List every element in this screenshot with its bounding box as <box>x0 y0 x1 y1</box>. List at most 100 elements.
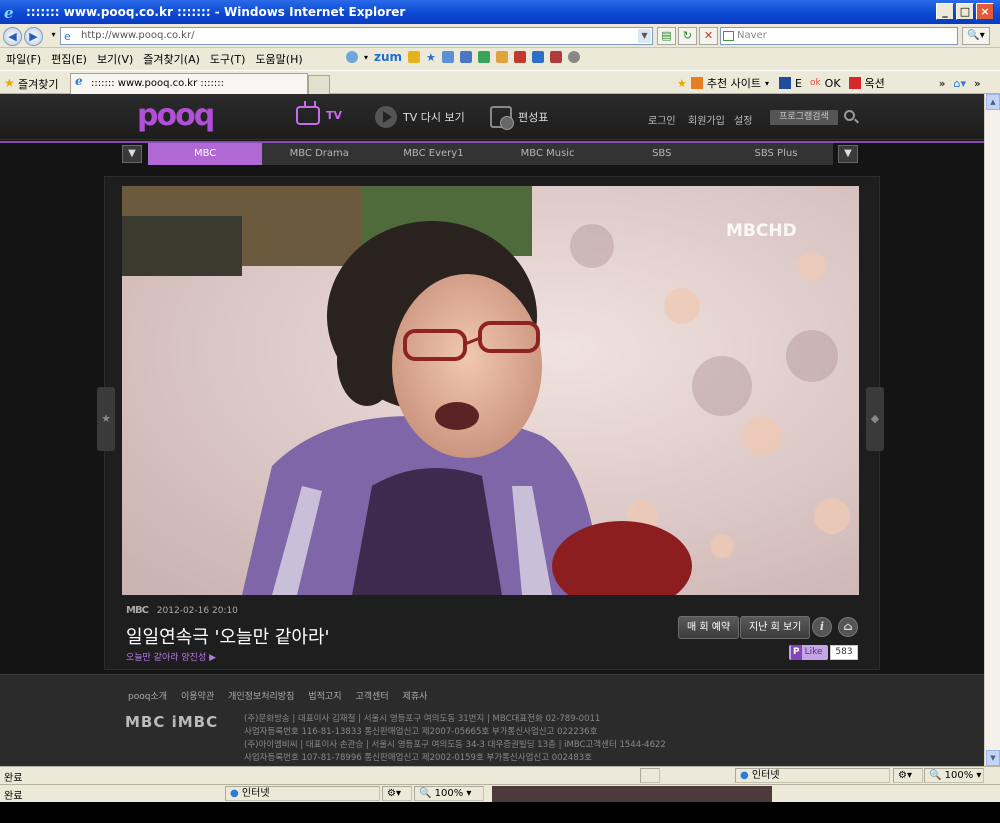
taskbar-preview <box>492 786 772 802</box>
channel-prev-button[interactable]: ▼ <box>122 145 142 163</box>
join-link[interactable]: 회원가입 <box>688 112 725 127</box>
address-dropdown-icon[interactable]: ▼ <box>638 29 651 43</box>
dropdown-icon[interactable]: ▾ <box>765 79 769 88</box>
program-title: 일일연속극 '오늘만 같아라' <box>126 627 330 648</box>
stop-icon[interactable]: ✕ <box>699 27 718 45</box>
fav-ok-icon: ok <box>809 78 821 88</box>
fav-link-suggested[interactable]: 추천 사이트 <box>707 75 761 91</box>
footer-link-legal[interactable]: 법적고지 <box>308 689 341 702</box>
note-icon[interactable] <box>495 51 508 63</box>
menu-view[interactable]: 보기(V) <box>97 51 133 67</box>
fav-link-ok[interactable]: OK <box>825 77 841 90</box>
addon-icon[interactable] <box>346 51 358 63</box>
back-button[interactable]: ◀ <box>3 27 22 46</box>
protected-mode-icon[interactable]: ⚙▾ <box>893 768 923 783</box>
episode-link[interactable]: 오늘만 같아라 양진성 ▶ <box>126 650 216 663</box>
channel-next-button[interactable]: ▼ <box>838 145 858 163</box>
chat-handle[interactable]: ◆ <box>866 387 884 451</box>
search-go-button[interactable]: 🔍▾ <box>962 27 990 45</box>
reserve-every-episode-button[interactable]: 매 회 예약 <box>678 616 740 639</box>
favorites-label[interactable]: 즐겨찾기 <box>18 76 58 92</box>
nav-tv[interactable]: TV <box>296 106 342 125</box>
info-icon[interactable]: i <box>812 617 832 637</box>
program-meta: MBC 2012-02-16 20:10 <box>126 605 238 616</box>
zoom-level: 100% <box>944 770 974 781</box>
favorites-handle[interactable]: ★ <box>97 387 115 451</box>
dropdown-icon[interactable]: ▾ <box>364 53 368 62</box>
past-episodes-button[interactable]: 지난 회 보기 <box>740 616 811 639</box>
login-link[interactable]: 로그인 <box>648 112 676 127</box>
browser-tab[interactable]: e ::::::: www.pooq.co.kr ::::::: <box>70 73 308 94</box>
footer-link-about[interactable]: pooq소개 <box>128 689 167 702</box>
refresh-icon[interactable]: ↻ <box>678 27 697 45</box>
protected-mode-icon[interactable]: ⚙▾ <box>382 786 412 801</box>
search-icon[interactable] <box>844 110 855 121</box>
minimize-button[interactable]: _ <box>936 3 954 20</box>
footer-link-terms[interactable]: 이용약관 <box>181 689 214 702</box>
excel-icon[interactable] <box>477 51 490 63</box>
close-button[interactable]: × <box>976 3 994 20</box>
zone-label: 인터넷 <box>751 770 780 781</box>
footer-link-support[interactable]: 고객센터 <box>356 689 389 702</box>
maximize-button[interactable]: □ <box>956 3 974 20</box>
save-icon[interactable] <box>459 51 472 63</box>
menu-help[interactable]: 도움말(H) <box>255 51 302 67</box>
download-icon[interactable] <box>531 51 544 63</box>
company-info-line: 사업자등록번호 107-81-78996 통신판매업신고 제2002-0159호… <box>244 753 593 763</box>
addon-toolbar: ▾ zum ★ <box>346 50 580 64</box>
page-viewport: pooq TV TV 다시 보기 편성표 로그인 회원가입 설정 프로그램검색 … <box>0 94 984 766</box>
menu-edit[interactable]: 편집(E) <box>51 51 87 67</box>
zum-button[interactable]: zum <box>374 50 402 64</box>
like-button[interactable]: P Like <box>789 645 828 660</box>
settings-link[interactable]: 설정 <box>734 112 752 127</box>
network-logo: MBC <box>126 605 149 616</box>
scroll-down-icon[interactable]: ▼ <box>986 750 1000 766</box>
zone-cell: ● 인터넷 <box>735 768 890 783</box>
footer-link-privacy[interactable]: 개인정보처리방침 <box>228 689 294 702</box>
zoom-control[interactable]: 🔍 100% ▾ <box>414 786 484 801</box>
menu-tools[interactable]: 도구(T) <box>210 51 246 67</box>
favorites-bar: ★ 즐겨찾기 e ::::::: www.pooq.co.kr ::::::: … <box>0 70 1000 94</box>
ie-logo-icon: e <box>4 4 14 22</box>
address-input[interactable]: e http://www.pooq.co.kr/ ▼ <box>60 27 653 45</box>
menu-file[interactable]: 파일(F) <box>6 51 41 67</box>
naver-icon <box>723 31 734 41</box>
zoom-control[interactable]: 🔍 100% ▾ <box>924 768 984 783</box>
pooq-logo[interactable]: pooq <box>137 98 215 133</box>
channel-sbs-plus[interactable]: SBS Plus <box>719 143 833 165</box>
program-search-input[interactable]: 프로그램검색 <box>770 110 838 125</box>
pdf-icon[interactable] <box>549 51 562 63</box>
channel-mbc-drama[interactable]: MBC Drama <box>262 143 376 165</box>
channel-mbc-every1[interactable]: MBC Every1 <box>376 143 490 165</box>
search-input[interactable]: Naver <box>720 27 958 45</box>
video-player[interactable]: MBCHD <box>122 186 859 595</box>
channel-mbc-music[interactable]: MBC Music <box>491 143 605 165</box>
company-info: (주)문화방송 | 대표이사 김재철 | 서울시 영등포구 여의도동 31번지 … <box>244 713 666 765</box>
zoom-level: 100% <box>434 788 464 799</box>
forward-button[interactable]: ▶ <box>24 27 43 46</box>
more-tools-icon[interactable]: » <box>974 77 981 90</box>
vertical-scrollbar[interactable]: ▲ ▼ <box>984 94 1000 766</box>
add-favorite-icon[interactable]: ★ <box>677 77 687 90</box>
channel-mbc[interactable]: MBC <box>148 143 263 165</box>
compat-view-icon[interactable]: ▤ <box>657 27 676 45</box>
menu-favorites[interactable]: 즐겨찾기(A) <box>143 51 200 67</box>
footer-link-partners[interactable]: 제휴사 <box>403 689 428 702</box>
home-icon[interactable]: ⌂ <box>838 617 858 637</box>
options-icon[interactable] <box>567 51 580 63</box>
new-tab-button[interactable] <box>308 75 330 94</box>
scroll-up-icon[interactable]: ▲ <box>986 94 1000 110</box>
fav-link-e[interactable]: E <box>795 77 802 90</box>
channel-sbs[interactable]: SBS <box>605 143 719 165</box>
home-icon[interactable]: ⌂▾ <box>954 77 967 90</box>
feeds-icon[interactable] <box>441 51 454 63</box>
nav-schedule[interactable]: 편성표 <box>490 106 548 130</box>
key-icon[interactable] <box>408 51 421 63</box>
favorites-star-icon[interactable]: ★ <box>4 76 15 90</box>
tool-icon[interactable] <box>513 51 526 63</box>
nav-replay[interactable]: TV 다시 보기 <box>375 106 465 128</box>
star-icon[interactable]: ★ <box>426 51 436 64</box>
fav-link-auction[interactable]: 옥션 <box>865 75 885 91</box>
more-links-icon[interactable]: » <box>939 77 946 90</box>
zone-label: 인터넷 <box>241 788 270 799</box>
